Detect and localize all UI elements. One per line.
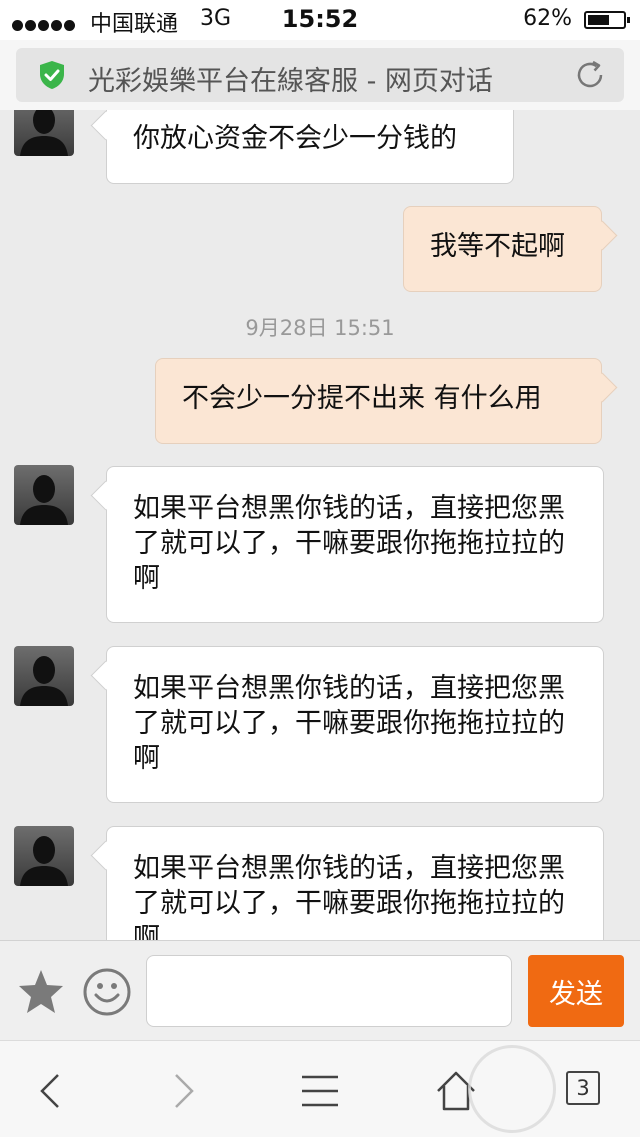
message-bubble-outgoing: 我等不起啊	[403, 206, 602, 292]
status-bar: 中国联通 3G 15:52 62%	[0, 0, 640, 40]
message-bubble-incoming: 如果平台想黑你钱的话，直接把您黑了就可以了，干嘛要跟你拖拖拉拉的啊	[106, 826, 604, 940]
footprint-watermark-icon	[468, 1045, 556, 1133]
smiley-icon[interactable]	[82, 967, 132, 1017]
page-title: 光彩娛樂平台在線客服 - 网页对话	[88, 66, 493, 97]
agent-avatar	[14, 646, 74, 706]
message-text: 如果平台想黑你钱的话，直接把您黑了就可以了，干嘛要跟你拖拖拉拉的啊	[133, 673, 565, 774]
send-button[interactable]: 发送	[528, 955, 624, 1027]
shield-check-icon	[40, 61, 64, 89]
agent-avatar	[14, 110, 74, 156]
browser-toolbar: 3	[0, 1040, 640, 1137]
composer-bar: 发送	[0, 940, 640, 1041]
message-text: 不会少一分提不出来 有什么用	[182, 383, 542, 414]
refresh-icon[interactable]	[572, 57, 608, 93]
chat-history[interactable]: 你放心资金不会少一分钱的 我等不起啊 9月28日 15:51 不会少一分提不出来…	[0, 110, 640, 940]
message-text: 如果平台想黑你钱的话，直接把您黑了就可以了，干嘛要跟你拖拖拉拉的啊	[133, 853, 565, 940]
message-text: 如果平台想黑你钱的话，直接把您黑了就可以了，干嘛要跟你拖拖拉拉的啊	[133, 493, 565, 594]
agent-avatar	[14, 826, 74, 886]
person-silhouette-icon	[20, 656, 68, 706]
menu-icon[interactable]	[296, 1067, 344, 1115]
forward-icon[interactable]	[158, 1067, 206, 1115]
message-bubble-incoming: 如果平台想黑你钱的话，直接把您黑了就可以了，干嘛要跟你拖拖拉拉的啊	[106, 466, 604, 623]
star-icon[interactable]	[16, 967, 66, 1017]
message-text: 你放心资金不会少一分钱的	[133, 123, 457, 154]
address-bar: 光彩娛樂平台在線客服 - 网页对话	[0, 40, 640, 110]
message-bubble-outgoing: 不会少一分提不出来 有什么用	[155, 358, 602, 444]
message-bubble-incoming: 你放心资金不会少一分钱的	[106, 110, 514, 184]
person-silhouette-icon	[20, 110, 68, 156]
back-icon[interactable]	[28, 1067, 76, 1115]
message-input[interactable]	[146, 955, 512, 1027]
person-silhouette-icon	[20, 475, 68, 525]
message-bubble-incoming: 如果平台想黑你钱的话，直接把您黑了就可以了，干嘛要跟你拖拖拉拉的啊	[106, 646, 604, 803]
message-text: 我等不起啊	[430, 231, 565, 262]
battery-percent: 62%	[523, 6, 572, 31]
url-field[interactable]: 光彩娛樂平台在線客服 - 网页对话	[16, 48, 624, 102]
tabs-button[interactable]: 3	[566, 1071, 600, 1105]
agent-avatar	[14, 465, 74, 525]
battery-icon	[584, 11, 630, 29]
message-timestamp: 9月28日 15:51	[245, 316, 395, 340]
person-silhouette-icon	[20, 836, 68, 886]
